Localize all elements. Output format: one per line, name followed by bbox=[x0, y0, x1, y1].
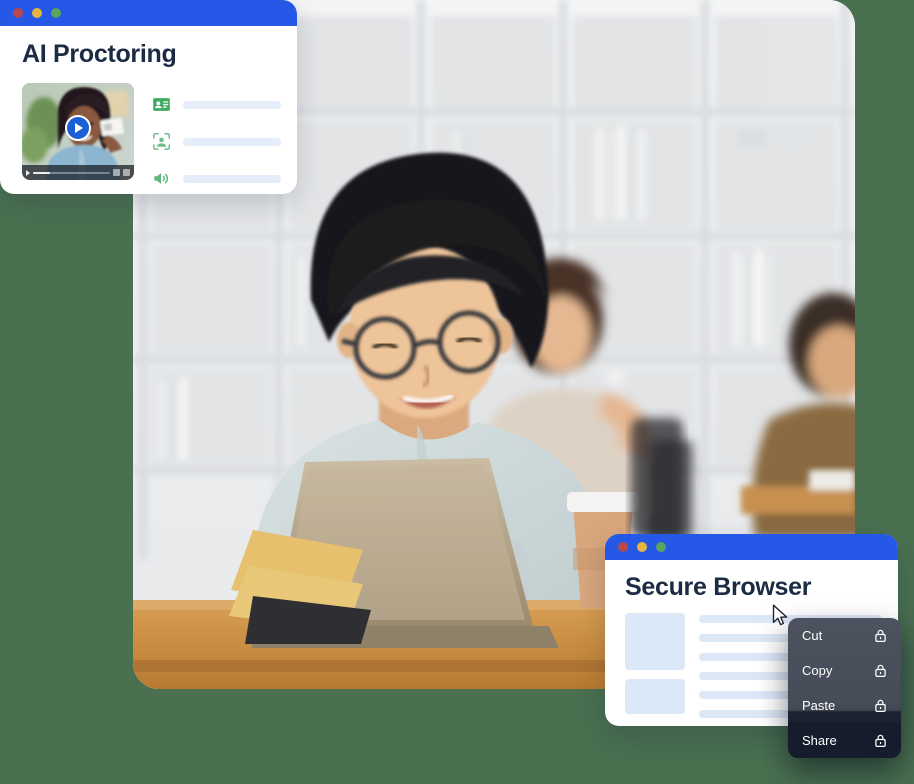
feature-placeholder-bar bbox=[183, 137, 281, 146]
minimize-button[interactable] bbox=[637, 542, 647, 552]
context-menu-label: Copy bbox=[802, 663, 833, 678]
id-card-icon bbox=[152, 95, 171, 114]
context-menu-item-copy[interactable]: Copy bbox=[788, 653, 901, 688]
maximize-button[interactable] bbox=[656, 542, 666, 552]
feature-placeholder-bar bbox=[183, 100, 281, 109]
lock-icon bbox=[875, 664, 886, 677]
close-button[interactable] bbox=[13, 8, 23, 18]
close-button[interactable] bbox=[618, 542, 628, 552]
scrubber-play-icon[interactable] bbox=[26, 169, 30, 176]
context-menu-item-share[interactable]: Share bbox=[788, 723, 901, 758]
context-menu-item-cut[interactable]: Cut bbox=[788, 618, 901, 653]
face-detection-icon bbox=[152, 132, 171, 151]
image-placeholder-block bbox=[625, 679, 685, 714]
id-card-glyph bbox=[153, 98, 170, 111]
feature-row-id-verification bbox=[152, 86, 281, 123]
scrubber-track[interactable] bbox=[33, 171, 110, 174]
secure-browser-title: Secure Browser bbox=[625, 573, 812, 601]
audio-speaker-icon bbox=[152, 169, 171, 188]
lock-icon bbox=[875, 734, 886, 747]
context-menu-item-paste[interactable]: Paste bbox=[788, 688, 901, 723]
context-menu-label: Cut bbox=[802, 628, 823, 643]
secure-browser-context-menu: Cut Copy Paste Share bbox=[788, 618, 901, 758]
face-detection-glyph bbox=[152, 132, 171, 151]
mouse-pointer-icon bbox=[772, 604, 788, 626]
ai-proctoring-window: AI Proctoring bbox=[0, 0, 297, 194]
ai-proctoring-title: AI Proctoring bbox=[22, 40, 177, 68]
feature-row-audio-monitoring bbox=[152, 160, 281, 194]
proctoring-video-thumbnail[interactable] bbox=[22, 83, 134, 180]
context-menu-label: Share bbox=[802, 733, 837, 748]
image-placeholder-block bbox=[625, 613, 685, 670]
play-triangle-icon bbox=[75, 122, 83, 133]
maximize-button[interactable] bbox=[51, 8, 61, 18]
lock-icon bbox=[875, 699, 886, 712]
video-scrubber[interactable] bbox=[22, 165, 134, 180]
scrubber-fullscreen-icon[interactable] bbox=[123, 169, 130, 176]
minimize-button[interactable] bbox=[32, 8, 42, 18]
scrubber-progress bbox=[33, 171, 50, 174]
scrubber-settings-icon[interactable] bbox=[113, 169, 120, 176]
ai-proctoring-feature-list bbox=[152, 83, 281, 194]
ai-proctoring-title-bar bbox=[0, 0, 297, 26]
ai-proctoring-body: AI Proctoring bbox=[0, 26, 297, 194]
context-menu-label: Paste bbox=[802, 698, 836, 713]
feature-placeholder-bar bbox=[183, 174, 281, 183]
composition-stage: AI Proctoring Secure Browser Cut Copy Pa… bbox=[0, 0, 914, 784]
speaker-glyph bbox=[154, 172, 169, 185]
video-play-button[interactable] bbox=[65, 114, 91, 141]
content-image-placeholders bbox=[625, 613, 685, 718]
secure-browser-title-bar bbox=[605, 534, 898, 560]
lock-icon bbox=[875, 629, 886, 642]
feature-row-face-detection bbox=[152, 123, 281, 160]
